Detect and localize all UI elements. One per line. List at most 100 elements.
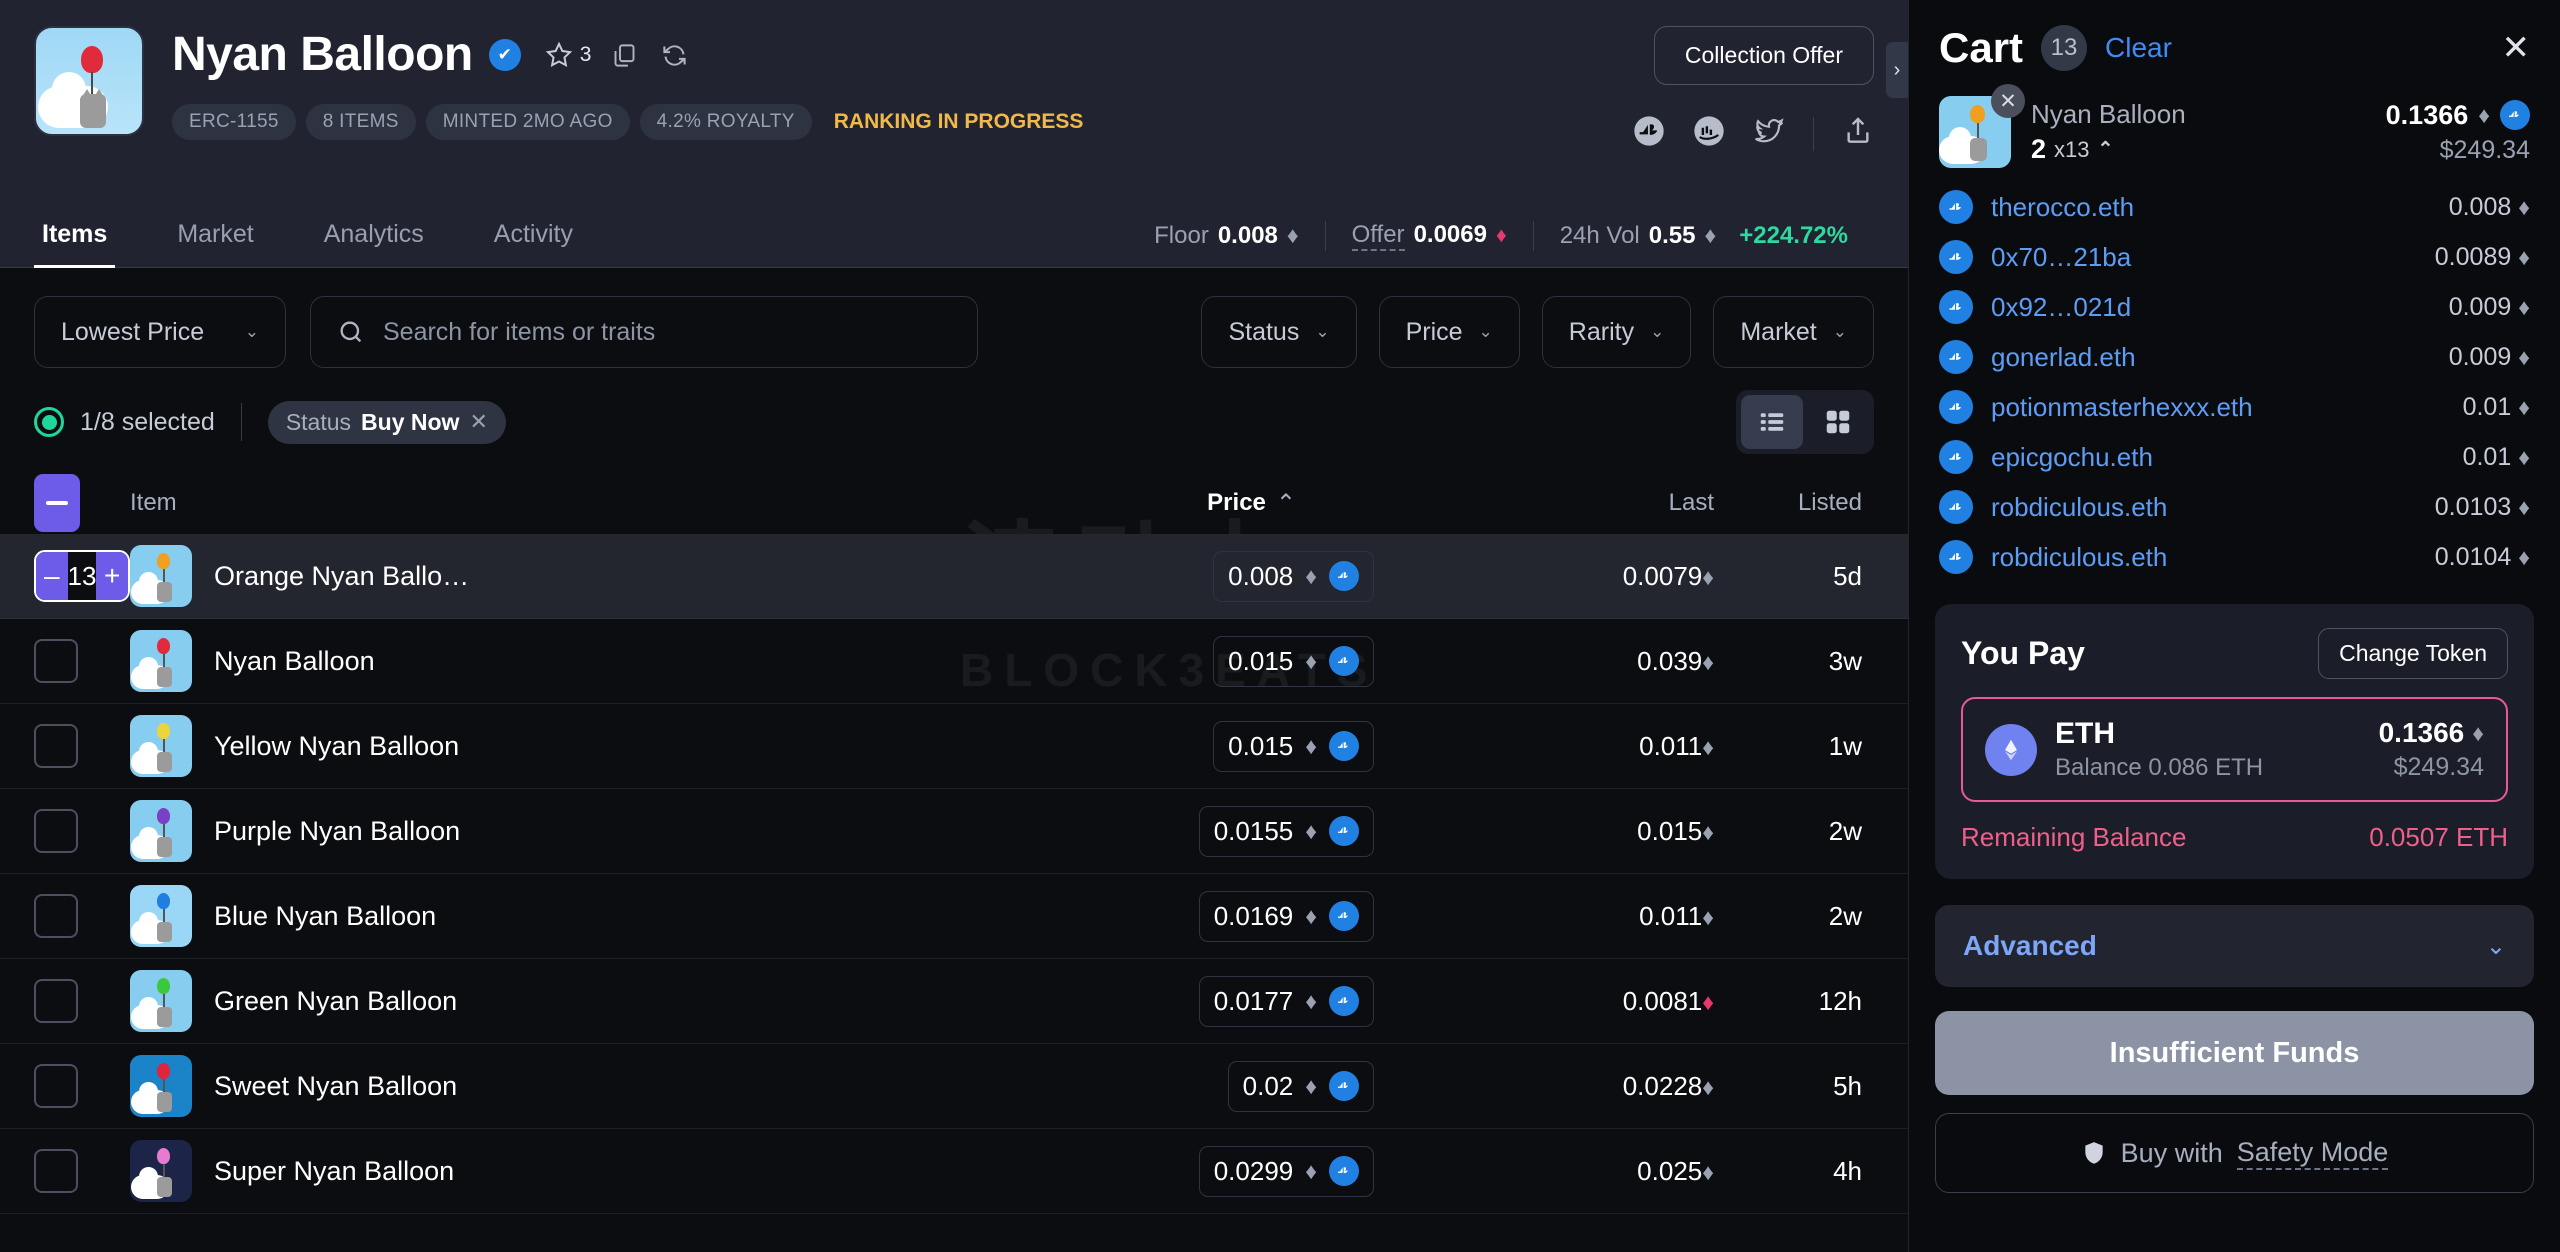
cart-listing-row[interactable]: 0x70…21ba 0.0089♦ [1909, 232, 2560, 282]
cart-item-quantity-row[interactable]: 2 x13 ⌃ [2031, 134, 2366, 165]
close-icon[interactable]: ✕ [2502, 31, 2531, 65]
buy-price-pill[interactable]: 0.015 ♦ [1213, 636, 1374, 687]
quantity-increment-button[interactable]: + [96, 552, 128, 600]
cart-listing-row[interactable]: robdiculous.eth 0.0103♦ [1909, 482, 2560, 532]
cart-listing-seller[interactable]: 0x92…021d [1991, 292, 2431, 323]
row-checkbox-cell[interactable] [34, 724, 130, 768]
tab-activity[interactable]: Activity [486, 220, 581, 267]
tab-market[interactable]: Market [169, 220, 261, 267]
chevron-up-icon[interactable]: ⌃ [2098, 138, 2114, 161]
cart-listing-seller[interactable]: epicgochu.eth [1991, 442, 2445, 473]
header-select-all[interactable] [34, 474, 130, 532]
row-checkbox[interactable] [34, 979, 78, 1023]
row-checkbox-cell[interactable] [34, 809, 130, 853]
buy-price-pill[interactable]: 0.0169 ♦ [1199, 891, 1374, 942]
row-checkbox[interactable] [34, 724, 78, 768]
change-token-button[interactable]: Change Token [2318, 628, 2508, 679]
row-checkbox-cell[interactable] [34, 894, 130, 938]
row-last-cell: 0.039♦ [1384, 646, 1714, 677]
cart-listing-seller[interactable]: robdiculous.eth [1991, 542, 2417, 573]
table-row[interactable]: Green Nyan Balloon 0.0177 ♦ 0.0081♦ 12h [0, 959, 1908, 1044]
row-checkbox[interactable] [34, 1064, 78, 1108]
row-checkbox-cell[interactable] [34, 1149, 130, 1193]
twitter-icon[interactable] [1753, 115, 1785, 152]
filter-market[interactable]: Market ⌄ [1713, 296, 1874, 368]
row-item-cell: Green Nyan Balloon [130, 970, 1084, 1032]
tab-items[interactable]: Items [34, 220, 115, 267]
buy-price-pill[interactable]: 0.0299 ♦ [1199, 1146, 1374, 1197]
cart-listing-seller[interactable]: therocco.eth [1991, 192, 2431, 223]
table-row[interactable]: Blue Nyan Balloon 0.0169 ♦ 0.011♦ 2w [0, 874, 1908, 959]
view-list-button[interactable] [1741, 395, 1803, 449]
row-checkbox[interactable] [34, 639, 78, 683]
table-row[interactable]: Sweet Nyan Balloon 0.02 ♦ 0.0228♦ 5h [0, 1044, 1908, 1129]
filter-status[interactable]: Status ⌄ [1201, 296, 1356, 368]
filter-rarity[interactable]: Rarity ⌄ [1542, 296, 1692, 368]
buy-price-pill[interactable]: 0.008 ♦ [1213, 551, 1374, 602]
blur-icon[interactable] [1693, 115, 1725, 152]
cart-listing-seller[interactable]: robdiculous.eth [1991, 492, 2417, 523]
header-price[interactable]: Price ⌃ [1084, 489, 1384, 518]
row-checkbox[interactable] [34, 894, 78, 938]
cart-listing-seller[interactable]: gonerlad.eth [1991, 342, 2431, 373]
buy-price-pill[interactable]: 0.02 ♦ [1228, 1061, 1374, 1112]
deselect-all-icon[interactable] [34, 474, 80, 532]
row-quantity-stepper[interactable]: – 13 + [34, 550, 130, 602]
row-price-cell[interactable]: 0.008 ♦ [1084, 551, 1384, 602]
buy-price-pill[interactable]: 0.015 ♦ [1213, 721, 1374, 772]
row-price-cell[interactable]: 0.0155 ♦ [1084, 806, 1384, 857]
row-price-cell[interactable]: 0.015 ♦ [1084, 636, 1384, 687]
row-checkbox-cell[interactable] [34, 979, 130, 1023]
checkout-button[interactable]: Insufficient Funds [1935, 1011, 2534, 1095]
share-icon[interactable] [1842, 115, 1874, 152]
copy-icon[interactable] [607, 38, 641, 72]
cart-listing-row[interactable]: potionmasterhexxx.eth 0.01♦ [1909, 382, 2560, 432]
close-icon[interactable]: ✕ [469, 409, 487, 435]
tab-analytics[interactable]: Analytics [316, 220, 432, 267]
row-price-cell[interactable]: 0.0299 ♦ [1084, 1146, 1384, 1197]
row-price-cell[interactable]: 0.015 ♦ [1084, 721, 1384, 772]
quantity-decrement-button[interactable]: – [36, 552, 68, 600]
select-all-radio[interactable] [34, 407, 64, 437]
table-row[interactable]: Yellow Nyan Balloon 0.015 ♦ 0.011♦ 1w [0, 704, 1908, 789]
cart-clear-button[interactable]: Clear [2105, 32, 2172, 64]
panel-expand-chevron-icon[interactable]: › [1886, 42, 1908, 98]
table-row[interactable]: Super Nyan Balloon 0.0299 ♦ 0.025♦ 4h [0, 1129, 1908, 1214]
cart-listing-row[interactable]: 0x92…021d 0.009♦ [1909, 282, 2560, 332]
table-row[interactable]: Nyan Balloon 0.015 ♦ 0.039♦ 3w [0, 619, 1908, 704]
table-row[interactable]: – 13 + Orange Nyan Ballo… 0.008 ♦ [0, 534, 1908, 619]
advanced-accordion[interactable]: Advanced ⌄ [1935, 905, 2534, 987]
row-checkbox-cell[interactable] [34, 639, 130, 683]
row-price-cell[interactable]: 0.0177 ♦ [1084, 976, 1384, 1027]
payment-token-box[interactable]: ETH Balance 0.086 ETH 0.1366 ♦ $249.34 [1961, 697, 2508, 802]
table-header: Item Price ⌃ Last Listed [0, 472, 1908, 534]
cart-listing-seller[interactable]: potionmasterhexxx.eth [1991, 392, 2445, 423]
favorite-button[interactable]: 3 [545, 41, 592, 69]
cart-listing-row[interactable]: epicgochu.eth 0.01♦ [1909, 432, 2560, 482]
sort-dropdown[interactable]: Lowest Price ⌄ [34, 296, 286, 368]
search-box[interactable] [310, 296, 978, 368]
cart-listing-row[interactable]: robdiculous.eth 0.0104♦ [1909, 532, 2560, 582]
filter-price[interactable]: Price ⌄ [1379, 296, 1520, 368]
cart-item-remove-icon[interactable]: ✕ [1991, 84, 2025, 118]
cart-listing-row[interactable]: mung0.eth 0.011♦ [1909, 582, 2560, 590]
cart-listing-row[interactable]: gonerlad.eth 0.009♦ [1909, 332, 2560, 382]
filter-chip-status[interactable]: Status Buy Now ✕ [268, 401, 506, 444]
collection-offer-button[interactable]: Collection Offer [1654, 26, 1874, 85]
row-checkbox[interactable] [34, 1149, 78, 1193]
cart-listing-row[interactable]: therocco.eth 0.008♦ [1909, 182, 2560, 232]
buy-price-pill[interactable]: 0.0177 ♦ [1199, 976, 1374, 1027]
row-checkbox[interactable] [34, 809, 78, 853]
view-grid-button[interactable] [1807, 395, 1869, 449]
table-row[interactable]: Purple Nyan Balloon 0.0155 ♦ 0.015♦ 2w [0, 789, 1908, 874]
row-price-cell[interactable]: 0.02 ♦ [1084, 1061, 1384, 1112]
refresh-icon[interactable] [657, 38, 691, 72]
buy-with-safety-mode-button[interactable]: Buy with Safety Mode [1935, 1113, 2534, 1193]
cart-listing-seller[interactable]: 0x70…21ba [1991, 242, 2417, 273]
search-input[interactable] [383, 318, 951, 347]
row-price-cell[interactable]: 0.0169 ♦ [1084, 891, 1384, 942]
opensea-icon[interactable] [1633, 115, 1665, 152]
stat-offer[interactable]: Offer 0.0069 ♦ [1326, 221, 1533, 251]
buy-price-pill[interactable]: 0.0155 ♦ [1199, 806, 1374, 857]
row-checkbox-cell[interactable] [34, 1064, 130, 1108]
